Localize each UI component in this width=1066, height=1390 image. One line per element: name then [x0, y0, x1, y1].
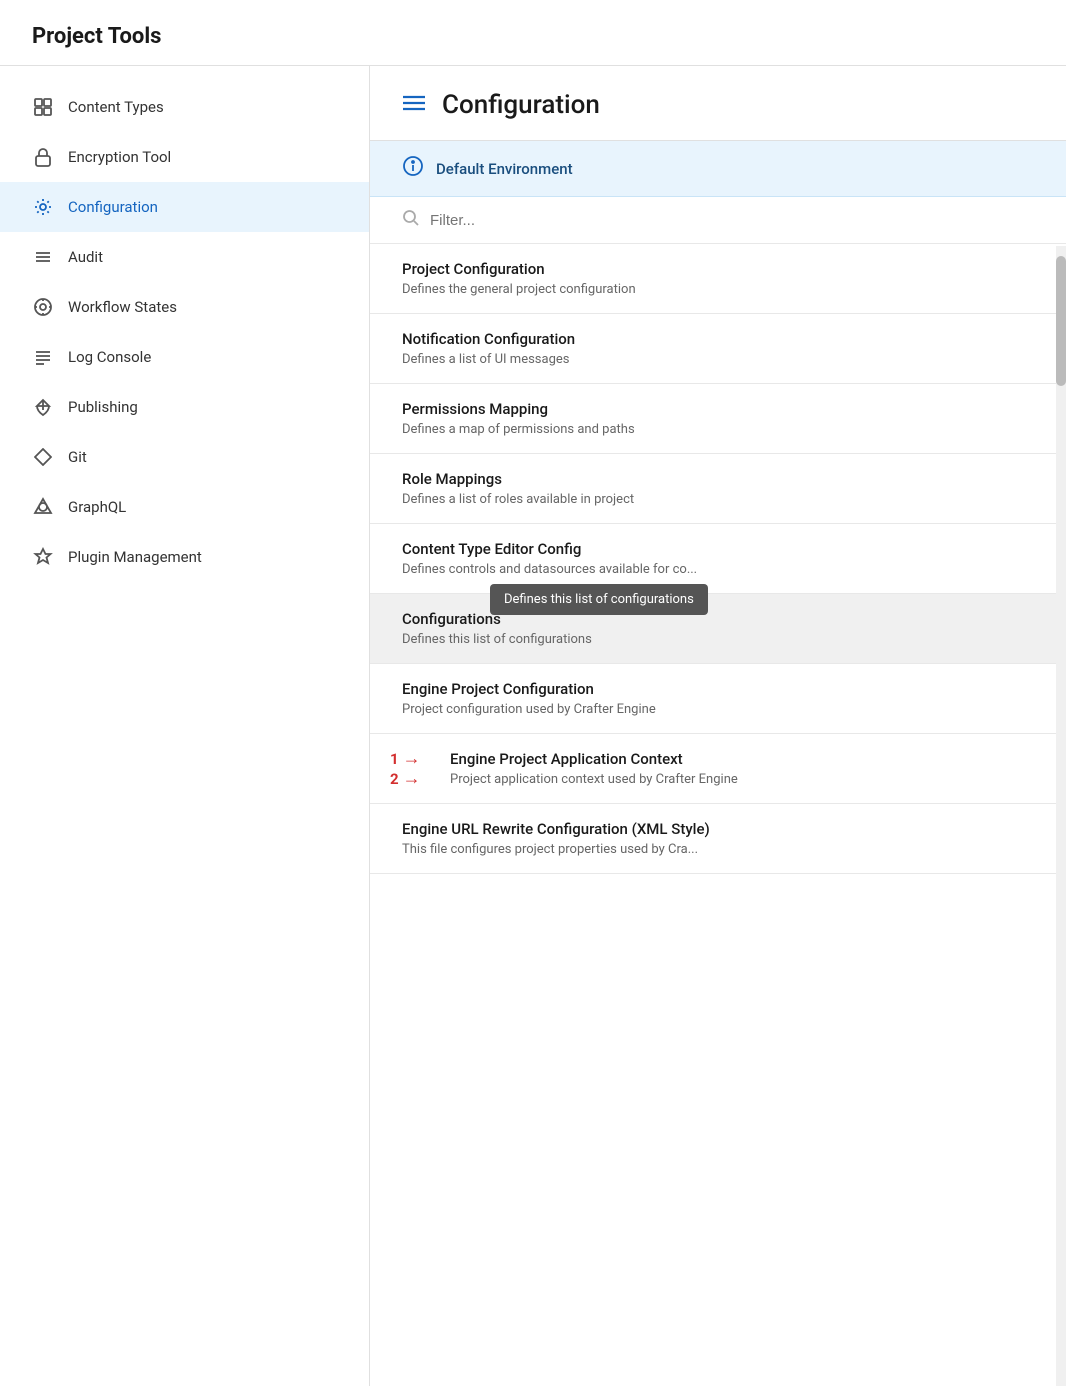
sidebar-item-label: Configuration: [68, 198, 158, 216]
config-item-desc: Defines a list of UI messages: [402, 352, 1034, 367]
configuration-title: Configuration: [442, 90, 600, 120]
sidebar-item-label: Encryption Tool: [68, 148, 171, 166]
sidebar-item-git[interactable]: Git: [0, 432, 369, 482]
sidebar-item-graphql[interactable]: GraphQL: [0, 482, 369, 532]
config-item-desc: Defines a list of roles available in pro…: [402, 492, 1034, 507]
sidebar-item-encryption-tool[interactable]: Encryption Tool: [0, 132, 369, 182]
env-banner: Default Environment: [370, 141, 1066, 197]
publishing-icon: [32, 396, 54, 418]
config-list: Project Configuration Defines the genera…: [370, 244, 1066, 1386]
graphql-icon: [32, 496, 54, 518]
config-item-title: Engine URL Rewrite Configuration (XML St…: [402, 820, 1034, 838]
sidebar-item-label: Git: [68, 448, 87, 466]
config-item-title: Permissions Mapping: [402, 400, 1034, 418]
sidebar-item-label: Log Console: [68, 348, 151, 366]
git-icon: [32, 446, 54, 468]
config-item-engine-project-config[interactable]: Engine Project Configuration Project con…: [370, 664, 1066, 734]
sidebar-item-content-types[interactable]: Content Types: [0, 82, 369, 132]
config-item-title: Engine Project Configuration: [402, 680, 1034, 698]
log-console-icon: [32, 346, 54, 368]
config-item-title: Role Mappings: [402, 470, 1034, 488]
env-label: Default Environment: [436, 160, 573, 178]
plugin-icon: [32, 546, 54, 568]
arrow-1-icon: →: [403, 748, 421, 769]
annotation-1: 1: [390, 750, 399, 768]
config-item-project-config[interactable]: Project Configuration Defines the genera…: [370, 244, 1066, 314]
sidebar-item-label: Plugin Management: [68, 548, 202, 566]
scrollbar-track[interactable]: [1056, 246, 1066, 1386]
sidebar-item-label: GraphQL: [68, 498, 126, 516]
hamburger-icon[interactable]: [402, 93, 426, 118]
audit-icon: [32, 246, 54, 268]
sidebar-item-label: Audit: [68, 248, 103, 266]
page-wrapper: Project Tools Content Types: [0, 0, 1066, 1390]
annotation-2: 2: [390, 770, 399, 788]
config-item-desc: Project configuration used by Crafter En…: [402, 702, 1034, 717]
sidebar-item-label: Publishing: [68, 398, 138, 416]
lock-icon: [32, 146, 54, 168]
sidebar-item-publishing[interactable]: Publishing: [0, 382, 369, 432]
config-item-title: Project Configuration: [402, 260, 1034, 278]
page-header: Project Tools: [0, 0, 1066, 66]
config-item-desc: Project application context used by Craf…: [450, 772, 1034, 787]
config-item-title: Notification Configuration: [402, 330, 1034, 348]
config-item-title: Engine Project Application Context: [450, 750, 1034, 768]
sidebar-item-audit[interactable]: Audit: [0, 232, 369, 282]
config-item-title: Content Type Editor Config: [402, 540, 1034, 558]
config-item-desc: Defines this list of configurations: [402, 632, 1034, 647]
config-item-desc: Defines a map of permissions and paths: [402, 422, 1034, 437]
scrollbar-thumb[interactable]: [1056, 256, 1066, 386]
sidebar-item-log-console[interactable]: Log Console: [0, 332, 369, 382]
arrow-2-icon: →: [403, 768, 421, 789]
page-title: Project Tools: [32, 24, 1034, 49]
config-item-engine-app-context[interactable]: 1 → 2 → Engine Project Application Conte…: [370, 734, 1066, 804]
sidebar: Content Types Encryption Tool: [0, 66, 370, 1386]
config-item-desc: Defines the general project configuratio…: [402, 282, 1034, 297]
grid-icon: [32, 96, 54, 118]
config-item-role-mappings[interactable]: Role Mappings Defines a list of roles av…: [370, 454, 1066, 524]
configuration-gear-icon: [32, 196, 54, 218]
filter-row: [370, 197, 1066, 244]
main-layout: Content Types Encryption Tool: [0, 66, 1066, 1386]
main-content: Configuration Default Environment: [370, 66, 1066, 1386]
info-circle-icon: [402, 155, 424, 182]
search-icon: [402, 209, 420, 231]
config-item-configurations[interactable]: Configurations Defines this list of conf…: [370, 594, 1066, 664]
config-item-permissions-mapping[interactable]: Permissions Mapping Defines a map of per…: [370, 384, 1066, 454]
config-item-desc: This file configures project properties …: [402, 842, 1034, 857]
config-item-title: Configurations: [402, 610, 1034, 628]
config-item-content-type-editor[interactable]: Content Type Editor Config Defines contr…: [370, 524, 1066, 594]
sidebar-item-configuration[interactable]: Configuration: [0, 182, 369, 232]
sidebar-item-workflow-states[interactable]: Workflow States: [0, 282, 369, 332]
content-header: Configuration: [370, 66, 1066, 141]
config-item-desc: Defines controls and datasources availab…: [402, 562, 1034, 577]
sidebar-item-label: Workflow States: [68, 298, 177, 316]
config-item-engine-url-rewrite[interactable]: Engine URL Rewrite Configuration (XML St…: [370, 804, 1066, 874]
sidebar-item-plugin-management[interactable]: Plugin Management: [0, 532, 369, 582]
filter-input[interactable]: [430, 212, 1034, 229]
workflow-icon: [32, 296, 54, 318]
config-item-notification-config[interactable]: Notification Configuration Defines a lis…: [370, 314, 1066, 384]
sidebar-item-label: Content Types: [68, 98, 164, 116]
